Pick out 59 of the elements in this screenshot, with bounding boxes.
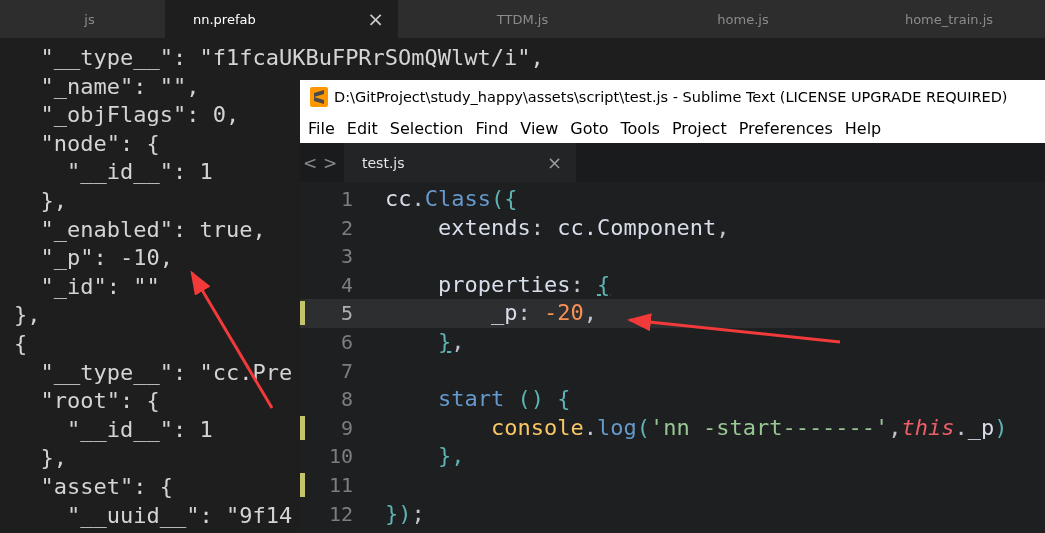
file-tab[interactable]: js [0,0,165,38]
code-line: start () { [437,385,571,414]
code-line: }, [437,442,465,471]
menu-item[interactable]: Preferences [738,118,839,138]
code-line: "asset": { [39,472,173,501]
code-line: "_name": "", [39,72,200,101]
close-icon[interactable]: × [546,152,562,173]
line-number: 4 [340,271,353,299]
code-line: extends: cc.Component, [437,213,730,242]
code-line: "__type__": "f1fcaUKBuFPRrSOmQWlwt/i", [39,44,544,72]
menu-item[interactable]: Tools [620,118,666,138]
line-number: 5 [340,300,353,328]
code-line: cc.Class({ [385,185,518,213]
menu-item[interactable]: Project [671,118,733,138]
line-number: 9 [340,414,353,442]
nav-arrow[interactable]: > [320,152,340,173]
code-line: }, [14,301,41,330]
code-line: "_p": -10, [39,244,173,273]
code-line: properties: { [437,270,611,299]
menu-item[interactable]: Find [475,118,515,138]
code-line: "__uuid__": "9f14 [65,501,293,530]
line-number: 10 [328,443,353,471]
line-number: 11 [328,471,353,499]
code-line: console.log('nn -start-------',this._p) [489,413,1008,442]
line-number: 6 [340,328,353,356]
menu-item[interactable]: View [520,118,565,138]
code-line: }); [385,499,425,528]
menu-item[interactable]: File [308,118,341,138]
code-line: }, [39,186,67,215]
code-line: }, [437,327,465,356]
code-line: "_id": "" [39,272,160,301]
file-tab[interactable]: home.js [633,0,839,38]
code-line: "root": { [39,387,160,416]
line-number: 1 [340,186,353,213]
line-number: 3 [340,243,353,271]
file-tab[interactable]: home_train.js [839,0,1045,38]
window-title: D:\GitProject\study_happy\assets\script\test.js - Sublime Text (LICENSE UPGRADE REQUIRED) [334,88,1008,105]
nav-arrow[interactable]: < [300,152,320,173]
line-number: 2 [340,214,353,242]
menu-item[interactable]: Selection [389,118,470,138]
code-line: }, [39,444,67,473]
line-number: 8 [340,386,353,414]
code-line: "node": { [39,129,160,158]
code-line: { [14,329,28,358]
file-tab[interactable]: test.js × [344,143,576,182]
menu-item[interactable]: Edit [346,118,384,138]
menu-item[interactable]: Goto [570,118,615,138]
code-line: "_objFlags": 0, [39,101,240,130]
code-line: "__id__": 1 [65,415,213,444]
file-tab[interactable]: nn.prefab × [165,0,398,38]
code-line: _p: -20, [489,299,597,328]
menu-item[interactable]: Help [844,118,888,138]
code-line: "_enabled": true, [39,215,266,244]
line-number: 7 [340,357,353,385]
close-icon[interactable]: × [367,7,384,31]
app-logo-icon [310,86,328,107]
line-number: 12 [328,500,353,528]
code-line: "__id__": 1 [65,158,213,187]
file-tab[interactable]: TTDM.js [398,0,633,38]
